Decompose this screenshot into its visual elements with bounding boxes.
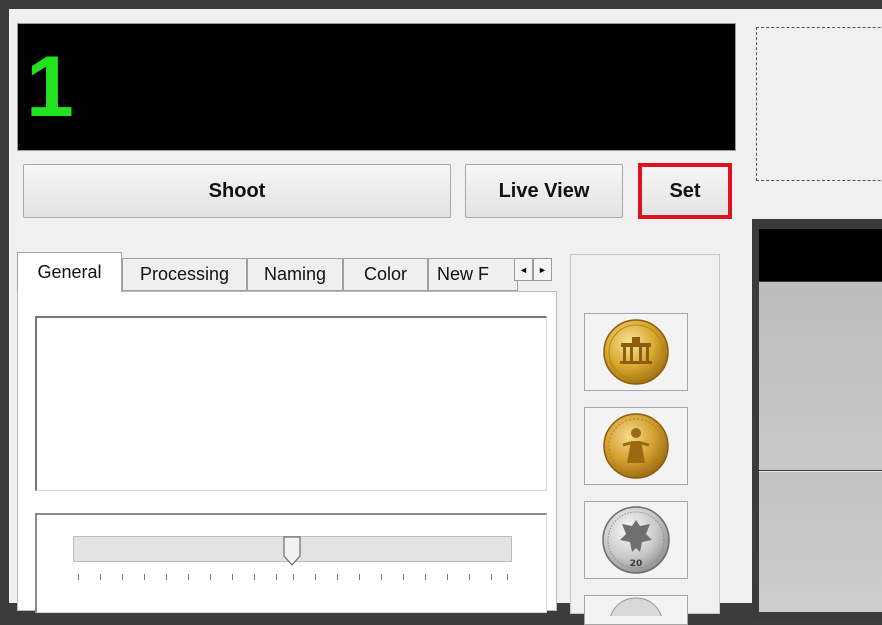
gold-coin-figure-icon xyxy=(603,413,669,479)
tab-scroll-right-button[interactable]: ► xyxy=(533,258,552,281)
coin-button-1[interactable] xyxy=(584,313,688,391)
coin-denomination-text: 20 xyxy=(630,559,643,569)
tab-color[interactable]: Color xyxy=(343,258,428,291)
preview-image-bottom xyxy=(759,471,882,612)
shot-counter-display: 1 xyxy=(17,23,736,151)
slider-ticks xyxy=(78,574,508,582)
dashed-placeholder-area xyxy=(756,27,882,181)
tab-naming[interactable]: Naming xyxy=(247,258,343,291)
shoot-button[interactable]: Shoot xyxy=(23,164,451,218)
silver-coin-eagle-20-icon: 20 xyxy=(602,506,670,574)
shot-counter-value: 1 xyxy=(26,39,74,135)
tab-processing[interactable]: Processing xyxy=(122,258,247,291)
coin-icon xyxy=(610,597,662,616)
coin-button-2[interactable] xyxy=(584,407,688,485)
tab-general[interactable]: General xyxy=(17,252,122,292)
tab-scroll-left-button[interactable]: ◄ xyxy=(514,258,533,281)
coin-button-4[interactable] xyxy=(584,595,688,625)
live-view-button[interactable]: Live View xyxy=(465,164,623,218)
general-listbox[interactable] xyxy=(35,316,547,491)
set-button[interactable]: Set xyxy=(640,164,730,218)
coin-button-3[interactable]: 20 xyxy=(584,501,688,579)
preview-image-top xyxy=(759,282,882,470)
tab-new-f[interactable]: New F xyxy=(428,258,518,291)
slider-thumb[interactable] xyxy=(283,536,301,566)
gold-coin-brandenburg-gate-icon xyxy=(603,319,669,385)
preview-header-bar xyxy=(759,229,882,281)
